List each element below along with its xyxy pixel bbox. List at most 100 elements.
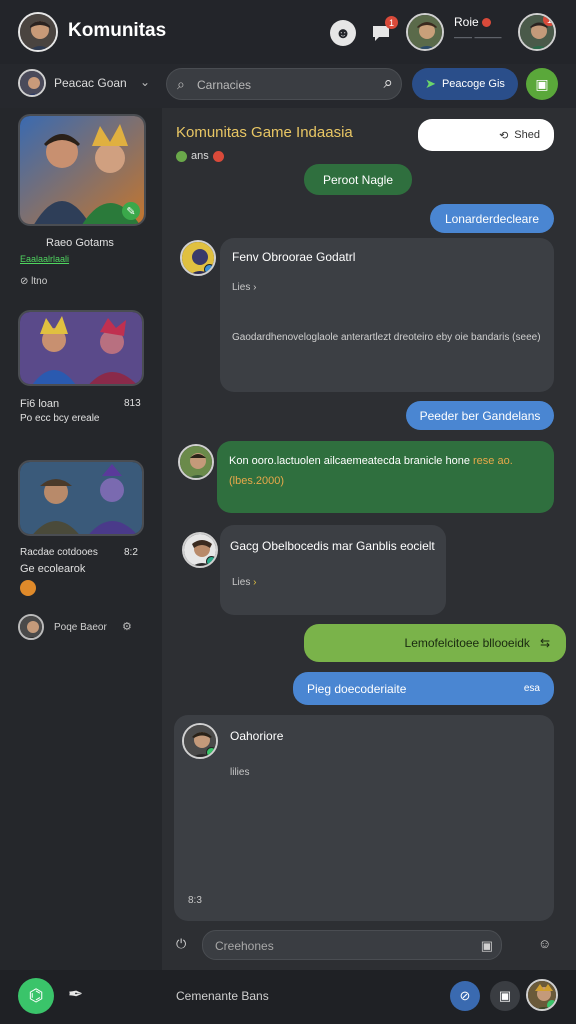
search-input[interactable]: [197, 75, 367, 95]
search-submit-icon[interactable]: ⌕: [383, 73, 393, 93]
game-card-3[interactable]: [18, 460, 144, 536]
bottom-bar: ⌬ ✒ Cemenante Bans ⊘ ▣: [0, 970, 576, 1024]
group-avatar[interactable]: [18, 69, 46, 97]
message-pill-blue-3-meta: esa: [523, 683, 540, 694]
message-1-meta: Lies ›: [232, 282, 256, 293]
search-icon: ⌕: [177, 76, 185, 92]
search-chat-label: Shed: [514, 129, 540, 141]
message-3-status: [206, 556, 216, 566]
video-call-icon[interactable]: ▣: [526, 68, 558, 100]
message-1-card[interactable]: Fenv Obroorae Godatrl Lies › Gaodardheno…: [220, 238, 554, 392]
home-fab-icon[interactable]: ⌬: [18, 978, 54, 1014]
ghost-icon[interactable]: ☻: [330, 20, 356, 46]
chevron-down-icon[interactable]: ⌄: [140, 75, 150, 89]
message-2-body: Kon ooro.lactuolen ailcaemeatecda branic…: [229, 451, 543, 491]
sticker-icon[interactable]: ▣: [481, 938, 493, 954]
message-6-card[interactable]: Oahoriore lilies 8:3: [174, 715, 554, 921]
join-button-label: Peacoge Gis: [441, 78, 505, 90]
card-3-count: 8:2: [124, 547, 138, 558]
message-pill-blue-2[interactable]: Peeder ber Gandelans: [406, 401, 554, 430]
emoji-icon[interactable]: ☺: [538, 936, 551, 951]
link-icon[interactable]: ⊘: [450, 981, 480, 1011]
message-pill-blue[interactable]: Lonarderdecleare: [430, 204, 554, 233]
status-badge: [482, 18, 492, 28]
user-settings-icon[interactable]: ⚙: [122, 620, 132, 633]
message-3-title: Gacg Obelbocedis mar Ganblis eocielt: [230, 539, 435, 553]
chevron-icon: ›: [253, 577, 257, 588]
members-icon: [176, 150, 187, 162]
sidebar-user-name: Poqe Baeor: [54, 622, 107, 633]
join-button[interactable]: ➤ Peacoge Gis: [412, 68, 518, 100]
chat-area: Komunitas Game Indaasia ans ⟲ Shed Peroo…: [162, 108, 576, 970]
sidebar: ✎ Raeo Gotams Eaalaalrlaali ⊘ ltno Fi6 l…: [0, 108, 162, 970]
sub-header: Peacac Goan ⌄ ⌕ ⌕ ➤ Peacoge Gis ▣: [0, 64, 576, 108]
message-2-avatar[interactable]: [178, 444, 214, 480]
power-icon[interactable]: ⏻: [176, 936, 186, 952]
bottom-user-avatar[interactable]: [526, 979, 558, 1011]
message-1-meta-text: Lies: [232, 282, 251, 293]
header-user-name: Roie: [454, 15, 492, 29]
game-card-2-image: [20, 312, 142, 384]
message-2-text: Kon ooro.lactuolen ailcaemeatecda branic…: [229, 455, 470, 467]
message-pill-lime-text: Lemofelcitoee bllooeidk: [404, 636, 530, 650]
card-3-title: Racdae cotdooes: [20, 547, 98, 558]
message-3-avatar[interactable]: [182, 532, 218, 568]
game-card-2[interactable]: [18, 310, 144, 386]
notification-badge: 1: [385, 16, 398, 29]
card-3-subtitle: Ge ecolearok: [20, 563, 86, 575]
chevron-icon: ›: [253, 282, 257, 293]
message-pill-lime[interactable]: Lemofelcitoee bllooeidk ⇆: [304, 624, 566, 662]
search-chat-button[interactable]: ⟲ Shed: [418, 119, 554, 151]
card-1-meta-text: ltno: [31, 276, 48, 287]
message-pill-green[interactable]: Peroot Nagle: [304, 164, 412, 195]
link-icon: ⊘: [20, 276, 29, 287]
sidebar-user-avatar[interactable]: [18, 614, 44, 640]
chat-bubble-icon[interactable]: 1: [368, 16, 398, 46]
top-header: Komunitas ☻ 1 Roie —— ——— 1: [0, 0, 576, 64]
edit-icon[interactable]: ✎: [122, 202, 140, 220]
message-6-title: Oahoriore: [230, 729, 284, 743]
card-1-title: Raeo Gotams: [46, 237, 114, 249]
message-2-highlight-1: rese: [473, 455, 495, 467]
leaf-icon: ➤: [425, 76, 436, 91]
card-2-count: 813: [124, 398, 141, 409]
message-1-title: Fenv Obroorae Godatrl: [232, 250, 356, 264]
chat-subtitle-text: ans: [191, 150, 209, 162]
message-pill-blue-3-text: Pieg doecoderiaite: [307, 681, 407, 696]
header-user-avatar[interactable]: [406, 13, 444, 51]
search-chat-icon: ⟲: [499, 129, 509, 142]
message-1-status: [204, 264, 214, 274]
profile-badge: 1: [543, 15, 554, 26]
message-pill-blue-3[interactable]: Pieg doecoderiaite esa: [293, 672, 554, 705]
app-logo-avatar[interactable]: [18, 12, 58, 52]
message-composer[interactable]: ▣: [202, 930, 502, 960]
card-1-link[interactable]: Eaalaalrlaali: [20, 254, 69, 264]
message-6-avatar[interactable]: [182, 723, 218, 759]
message-6-footer: 8:3: [188, 895, 202, 906]
coin-icon: [20, 580, 36, 596]
message-1-avatar[interactable]: [180, 240, 216, 276]
message-6-meta: lilies: [230, 767, 250, 778]
app-title: Komunitas: [68, 20, 167, 41]
message-input[interactable]: [215, 937, 475, 955]
game-card-1[interactable]: ✎: [18, 114, 146, 226]
group-selector[interactable]: Peacac Goan: [54, 76, 127, 90]
chat-title: Komunitas Game Indaasia: [176, 124, 353, 141]
chat-subtitle: ans: [176, 150, 224, 162]
brush-icon[interactable]: ✒: [68, 984, 83, 1005]
card-1-meta: ⊘ ltno: [20, 276, 47, 287]
bottom-label: Cemenante Bans: [176, 989, 269, 1003]
message-2-card[interactable]: Kon ooro.lactuolen ailcaemeatecda branic…: [217, 441, 554, 513]
alert-icon: [212, 150, 224, 162]
reply-icon: ⇆: [539, 636, 550, 650]
search-box[interactable]: ⌕ ⌕: [166, 68, 402, 100]
message-3-meta: Lies ›: [232, 577, 256, 588]
bottom-user-status: [547, 1000, 556, 1009]
profile-avatar[interactable]: 1: [518, 13, 556, 51]
game-card-3-image: [20, 462, 142, 534]
message-3-card[interactable]: Gacg Obelbocedis mar Ganblis eocielt Lie…: [220, 525, 446, 615]
card-2-title: Fi6 loan: [20, 398, 60, 410]
card-2-subtitle: Po ecc bcy ereale: [20, 413, 100, 424]
message-3-meta-text: Lies: [232, 577, 251, 588]
gallery-icon[interactable]: ▣: [490, 981, 520, 1011]
